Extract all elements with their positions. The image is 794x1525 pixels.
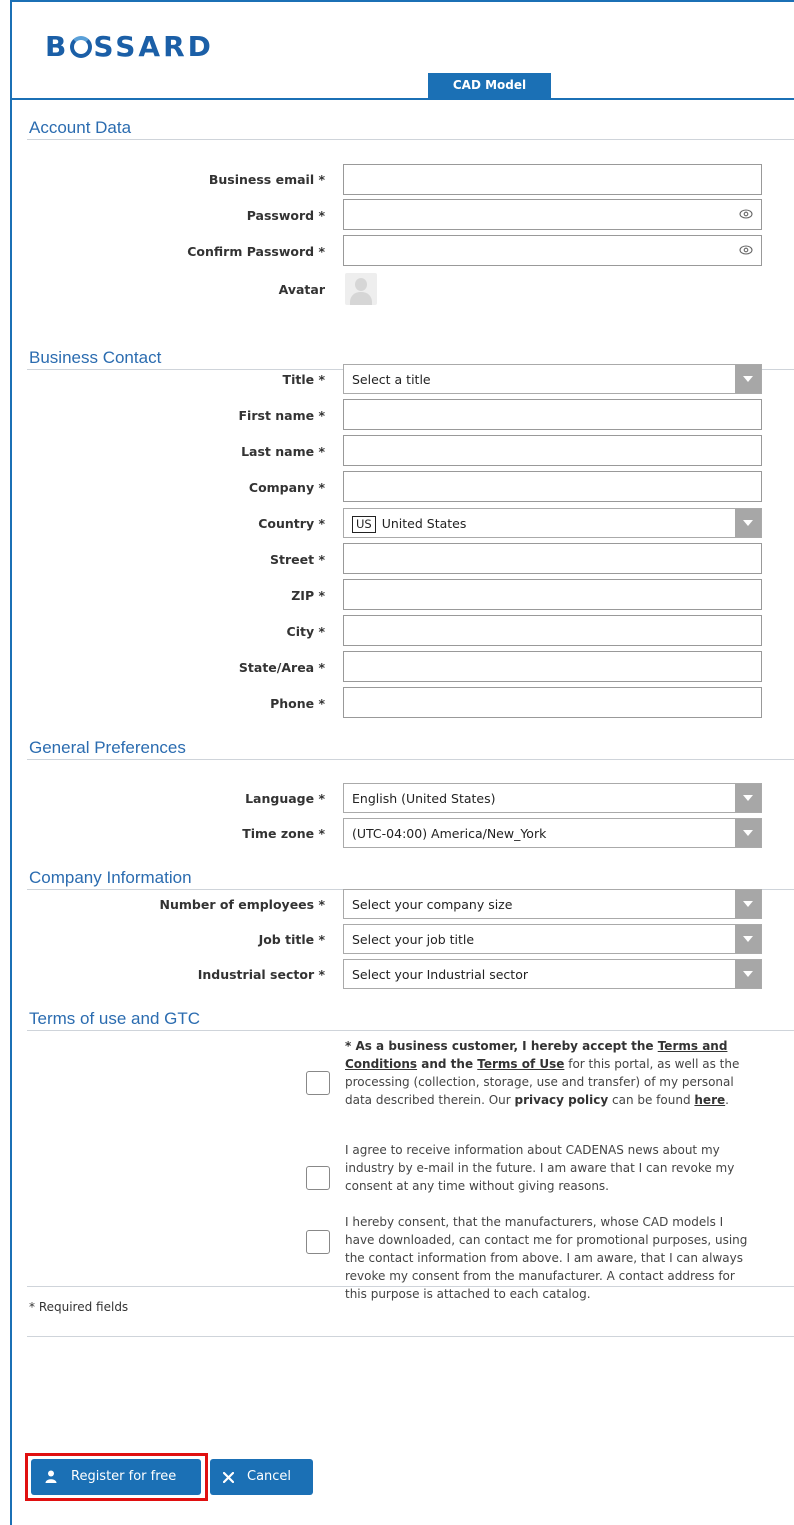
required-fields-note: * Required fields xyxy=(29,1300,129,1314)
section-rule xyxy=(27,759,794,760)
sector-select-value: Select your Industrial sector xyxy=(352,967,528,982)
show-password-icon[interactable] xyxy=(739,244,753,256)
manufacturer-contact-text: I hereby consent, that the manufacturers… xyxy=(345,1215,748,1301)
job-title-label: Job title * xyxy=(258,932,325,947)
accept-terms-checkbox[interactable] xyxy=(306,1071,330,1095)
show-password-icon[interactable] xyxy=(739,208,753,220)
section-rule xyxy=(27,1030,794,1031)
sector-select[interactable]: Select your Industrial sector xyxy=(343,959,762,989)
company-field[interactable] xyxy=(343,471,762,502)
newsletter-checkbox[interactable] xyxy=(306,1166,330,1190)
bossard-logo: B SSARD xyxy=(45,30,214,63)
zip-field[interactable] xyxy=(343,579,762,610)
timezone-select[interactable]: (UTC-04:00) America/New_York xyxy=(343,818,762,848)
section-title-account: Account Data xyxy=(29,118,132,137)
avatar-placeholder-icon[interactable] xyxy=(345,273,377,305)
close-icon xyxy=(223,1472,234,1483)
section-rule xyxy=(27,1336,794,1337)
country-select-value: US United States xyxy=(352,516,466,533)
zip-label: ZIP * xyxy=(291,588,325,603)
country-select[interactable]: US United States xyxy=(343,508,762,538)
state-label: State/Area * xyxy=(238,660,325,675)
job-title-select-value: Select your job title xyxy=(352,932,475,947)
chevron-down-icon[interactable] xyxy=(735,925,761,953)
password-label: Password * xyxy=(246,208,325,223)
section-title-preferences: General Preferences xyxy=(29,738,186,757)
cancel-button-label: Cancel xyxy=(247,1469,292,1484)
timezone-label: Time zone * xyxy=(242,826,325,841)
section-rule xyxy=(27,1286,794,1287)
language-label: Language * xyxy=(245,791,325,806)
section-rule xyxy=(27,139,794,140)
street-field[interactable] xyxy=(343,543,762,574)
cancel-button[interactable]: Cancel xyxy=(210,1459,313,1495)
phone-field[interactable] xyxy=(343,687,762,718)
company-label: Company * xyxy=(248,480,325,495)
job-title-select[interactable]: Select your job title xyxy=(343,924,762,954)
tab-underline xyxy=(10,98,794,100)
phone-label: Phone * xyxy=(270,696,325,711)
employees-select[interactable]: Select your company size xyxy=(343,889,762,919)
password-field[interactable] xyxy=(343,199,762,230)
chevron-down-icon[interactable] xyxy=(735,784,761,812)
email-field[interactable] xyxy=(343,164,762,195)
street-label: Street * xyxy=(270,552,325,567)
accept-terms-text: * As a business customer, I hereby accep… xyxy=(345,1039,740,1107)
first-name-label: First name * xyxy=(238,408,325,423)
chevron-down-icon[interactable] xyxy=(735,509,761,537)
language-select[interactable]: English (United States) xyxy=(343,783,762,813)
terms-of-use-link[interactable]: Terms of Use xyxy=(477,1057,564,1071)
first-name-field[interactable] xyxy=(343,399,762,430)
chevron-down-icon[interactable] xyxy=(735,365,761,393)
us-flag-icon: US xyxy=(352,516,376,533)
country-label: Country * xyxy=(258,516,325,531)
sector-label: Industrial sector * xyxy=(197,967,325,982)
state-field[interactable] xyxy=(343,651,762,682)
newsletter-text: I agree to receive information about CAD… xyxy=(345,1143,735,1193)
confirm-password-field[interactable] xyxy=(343,235,762,266)
confirm-password-label: Confirm Password * xyxy=(187,244,325,259)
section-title-business: Business Contact xyxy=(29,348,162,367)
tab-cad-model[interactable]: CAD Model xyxy=(428,73,551,98)
last-name-field[interactable] xyxy=(343,435,762,466)
employees-select-value: Select your company size xyxy=(352,897,513,912)
email-label: Business email * xyxy=(208,172,325,187)
register-highlight-box xyxy=(25,1453,208,1501)
privacy-policy-link[interactable]: here xyxy=(694,1093,725,1107)
manufacturer-contact-checkbox[interactable] xyxy=(306,1230,330,1254)
city-field[interactable] xyxy=(343,615,762,646)
language-select-value: English (United States) xyxy=(352,791,496,806)
title-select-value: Select a title xyxy=(352,372,431,387)
chevron-down-icon[interactable] xyxy=(735,819,761,847)
logo-o-icon xyxy=(70,36,93,58)
section-title-company: Company Information xyxy=(29,868,192,887)
chevron-down-icon[interactable] xyxy=(735,960,761,988)
avatar-label: Avatar xyxy=(278,282,325,297)
employees-label: Number of employees * xyxy=(159,897,325,912)
section-title-terms: Terms of use and GTC xyxy=(29,1009,201,1028)
title-select[interactable]: Select a title xyxy=(343,364,762,394)
title-label: Title * xyxy=(282,372,325,387)
city-label: City * xyxy=(286,624,325,639)
chevron-down-icon[interactable] xyxy=(735,890,761,918)
timezone-select-value: (UTC-04:00) America/New_York xyxy=(352,826,547,841)
last-name-label: Last name * xyxy=(241,444,325,459)
